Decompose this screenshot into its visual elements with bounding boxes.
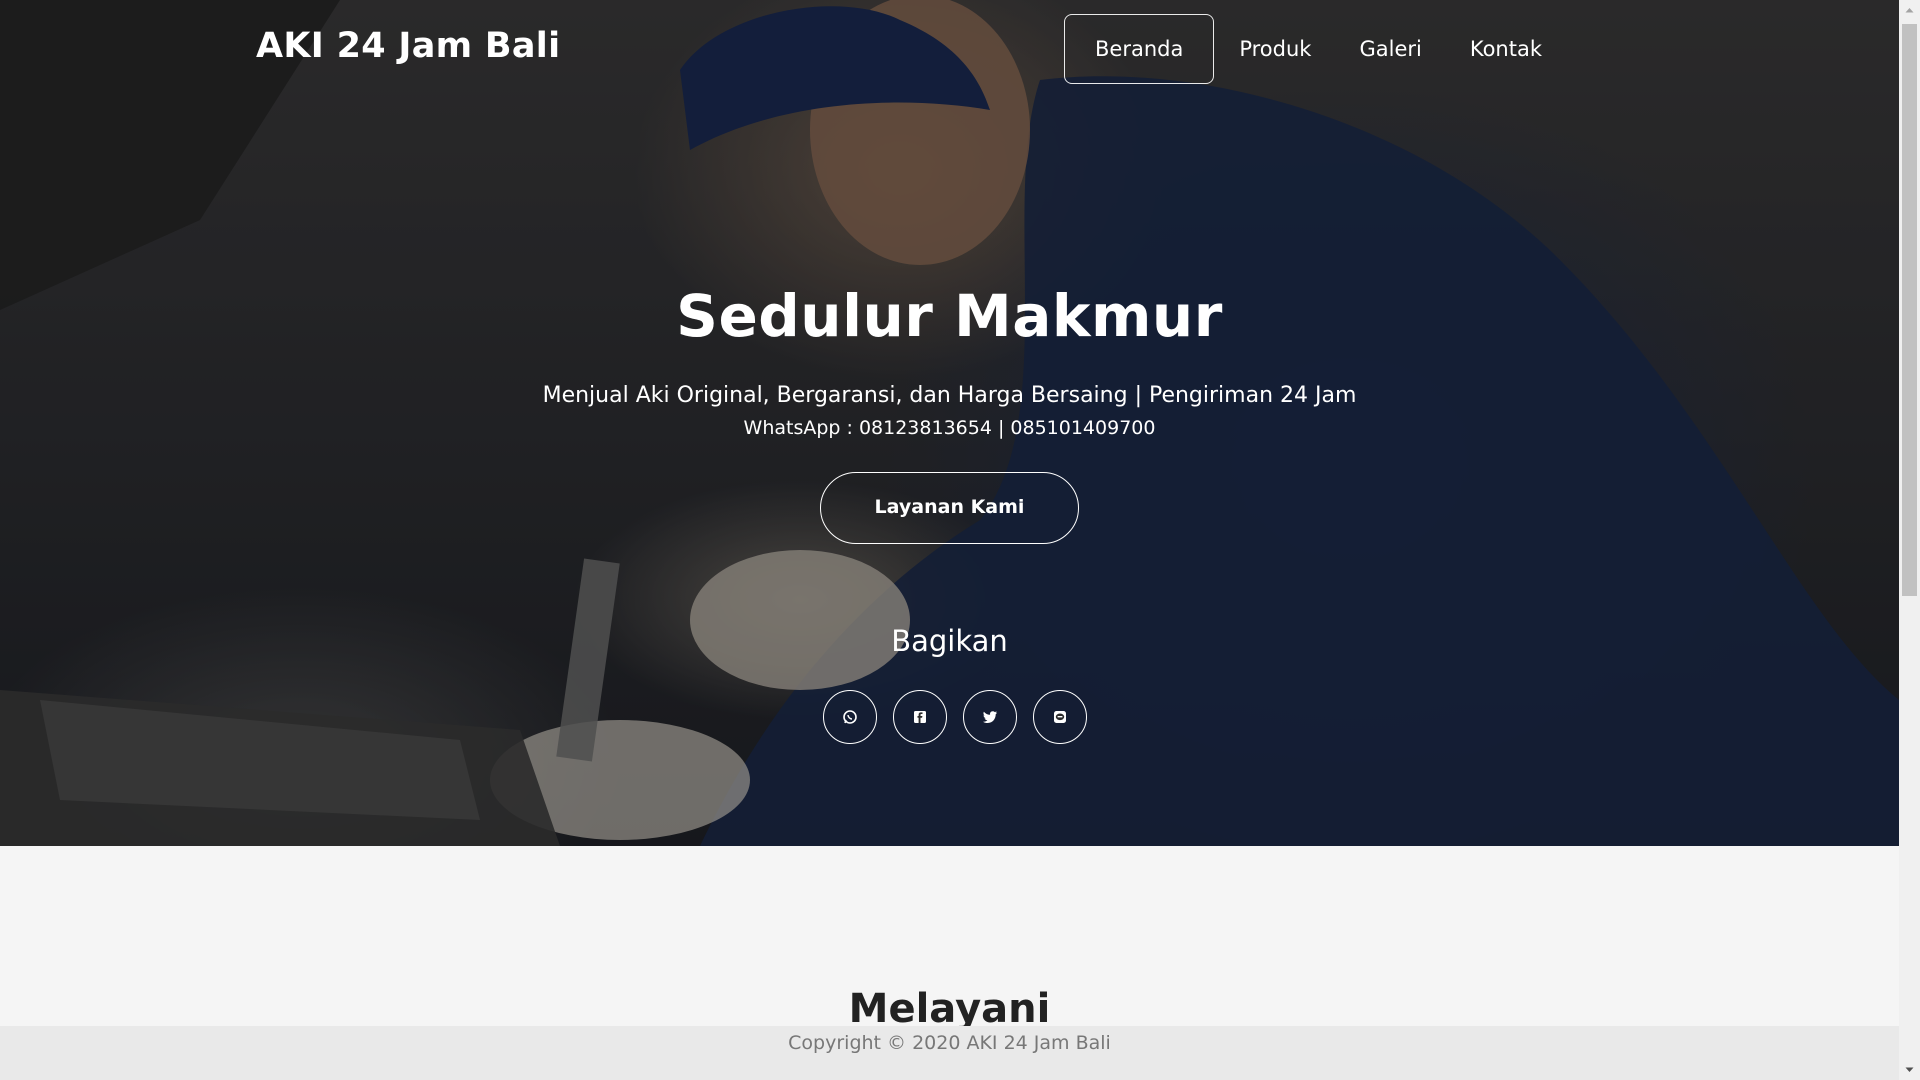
share-title: Bagikan	[891, 624, 1008, 658]
whatsapp-icon	[843, 710, 857, 724]
twitter-icon	[983, 711, 997, 723]
nav-item-beranda[interactable]: Beranda	[1064, 14, 1215, 84]
hero-contact: WhatsApp : 08123813654 | 085101409700	[743, 417, 1156, 439]
facebook-icon	[914, 711, 926, 723]
share-facebook-button[interactable]	[893, 690, 947, 744]
nav-item-produk[interactable]: Produk	[1216, 14, 1334, 84]
hero-subtitle: Menjual Aki Original, Bergaransi, dan Ha…	[542, 383, 1357, 408]
scroll-up-arrow-icon[interactable]	[1899, 0, 1920, 20]
share-whatsapp-button[interactable]	[823, 690, 877, 744]
main-nav: Beranda Produk Galeri Kontak	[1064, 14, 1567, 84]
nav-item-kontak[interactable]: Kontak	[1447, 14, 1565, 84]
share-twitter-button[interactable]	[963, 690, 1017, 744]
site-brand[interactable]: AKI 24 Jam Bali	[256, 26, 560, 66]
share-line-button[interactable]	[1033, 690, 1087, 744]
scrollbar-thumb[interactable]	[1902, 24, 1917, 596]
scroll-down-arrow-icon[interactable]	[1899, 1060, 1920, 1080]
page: AKI 24 Jam Bali Beranda Produk Galeri Ko…	[0, 0, 1899, 1080]
services-button[interactable]: Layanan Kami	[820, 472, 1079, 544]
hero-section: AKI 24 Jam Bali Beranda Produk Galeri Ko…	[0, 0, 1899, 846]
share-buttons	[823, 690, 1103, 744]
line-icon	[1054, 711, 1066, 723]
footer-copyright: Copyright © 2020 AKI 24 Jam Bali	[788, 1032, 1111, 1054]
vertical-scrollbar[interactable]	[1899, 0, 1920, 1080]
footer: Copyright © 2020 AKI 24 Jam Bali	[0, 1026, 1899, 1080]
nav-item-galeri[interactable]: Galeri	[1336, 14, 1444, 84]
hero-title: Sedulur Makmur	[676, 282, 1223, 350]
